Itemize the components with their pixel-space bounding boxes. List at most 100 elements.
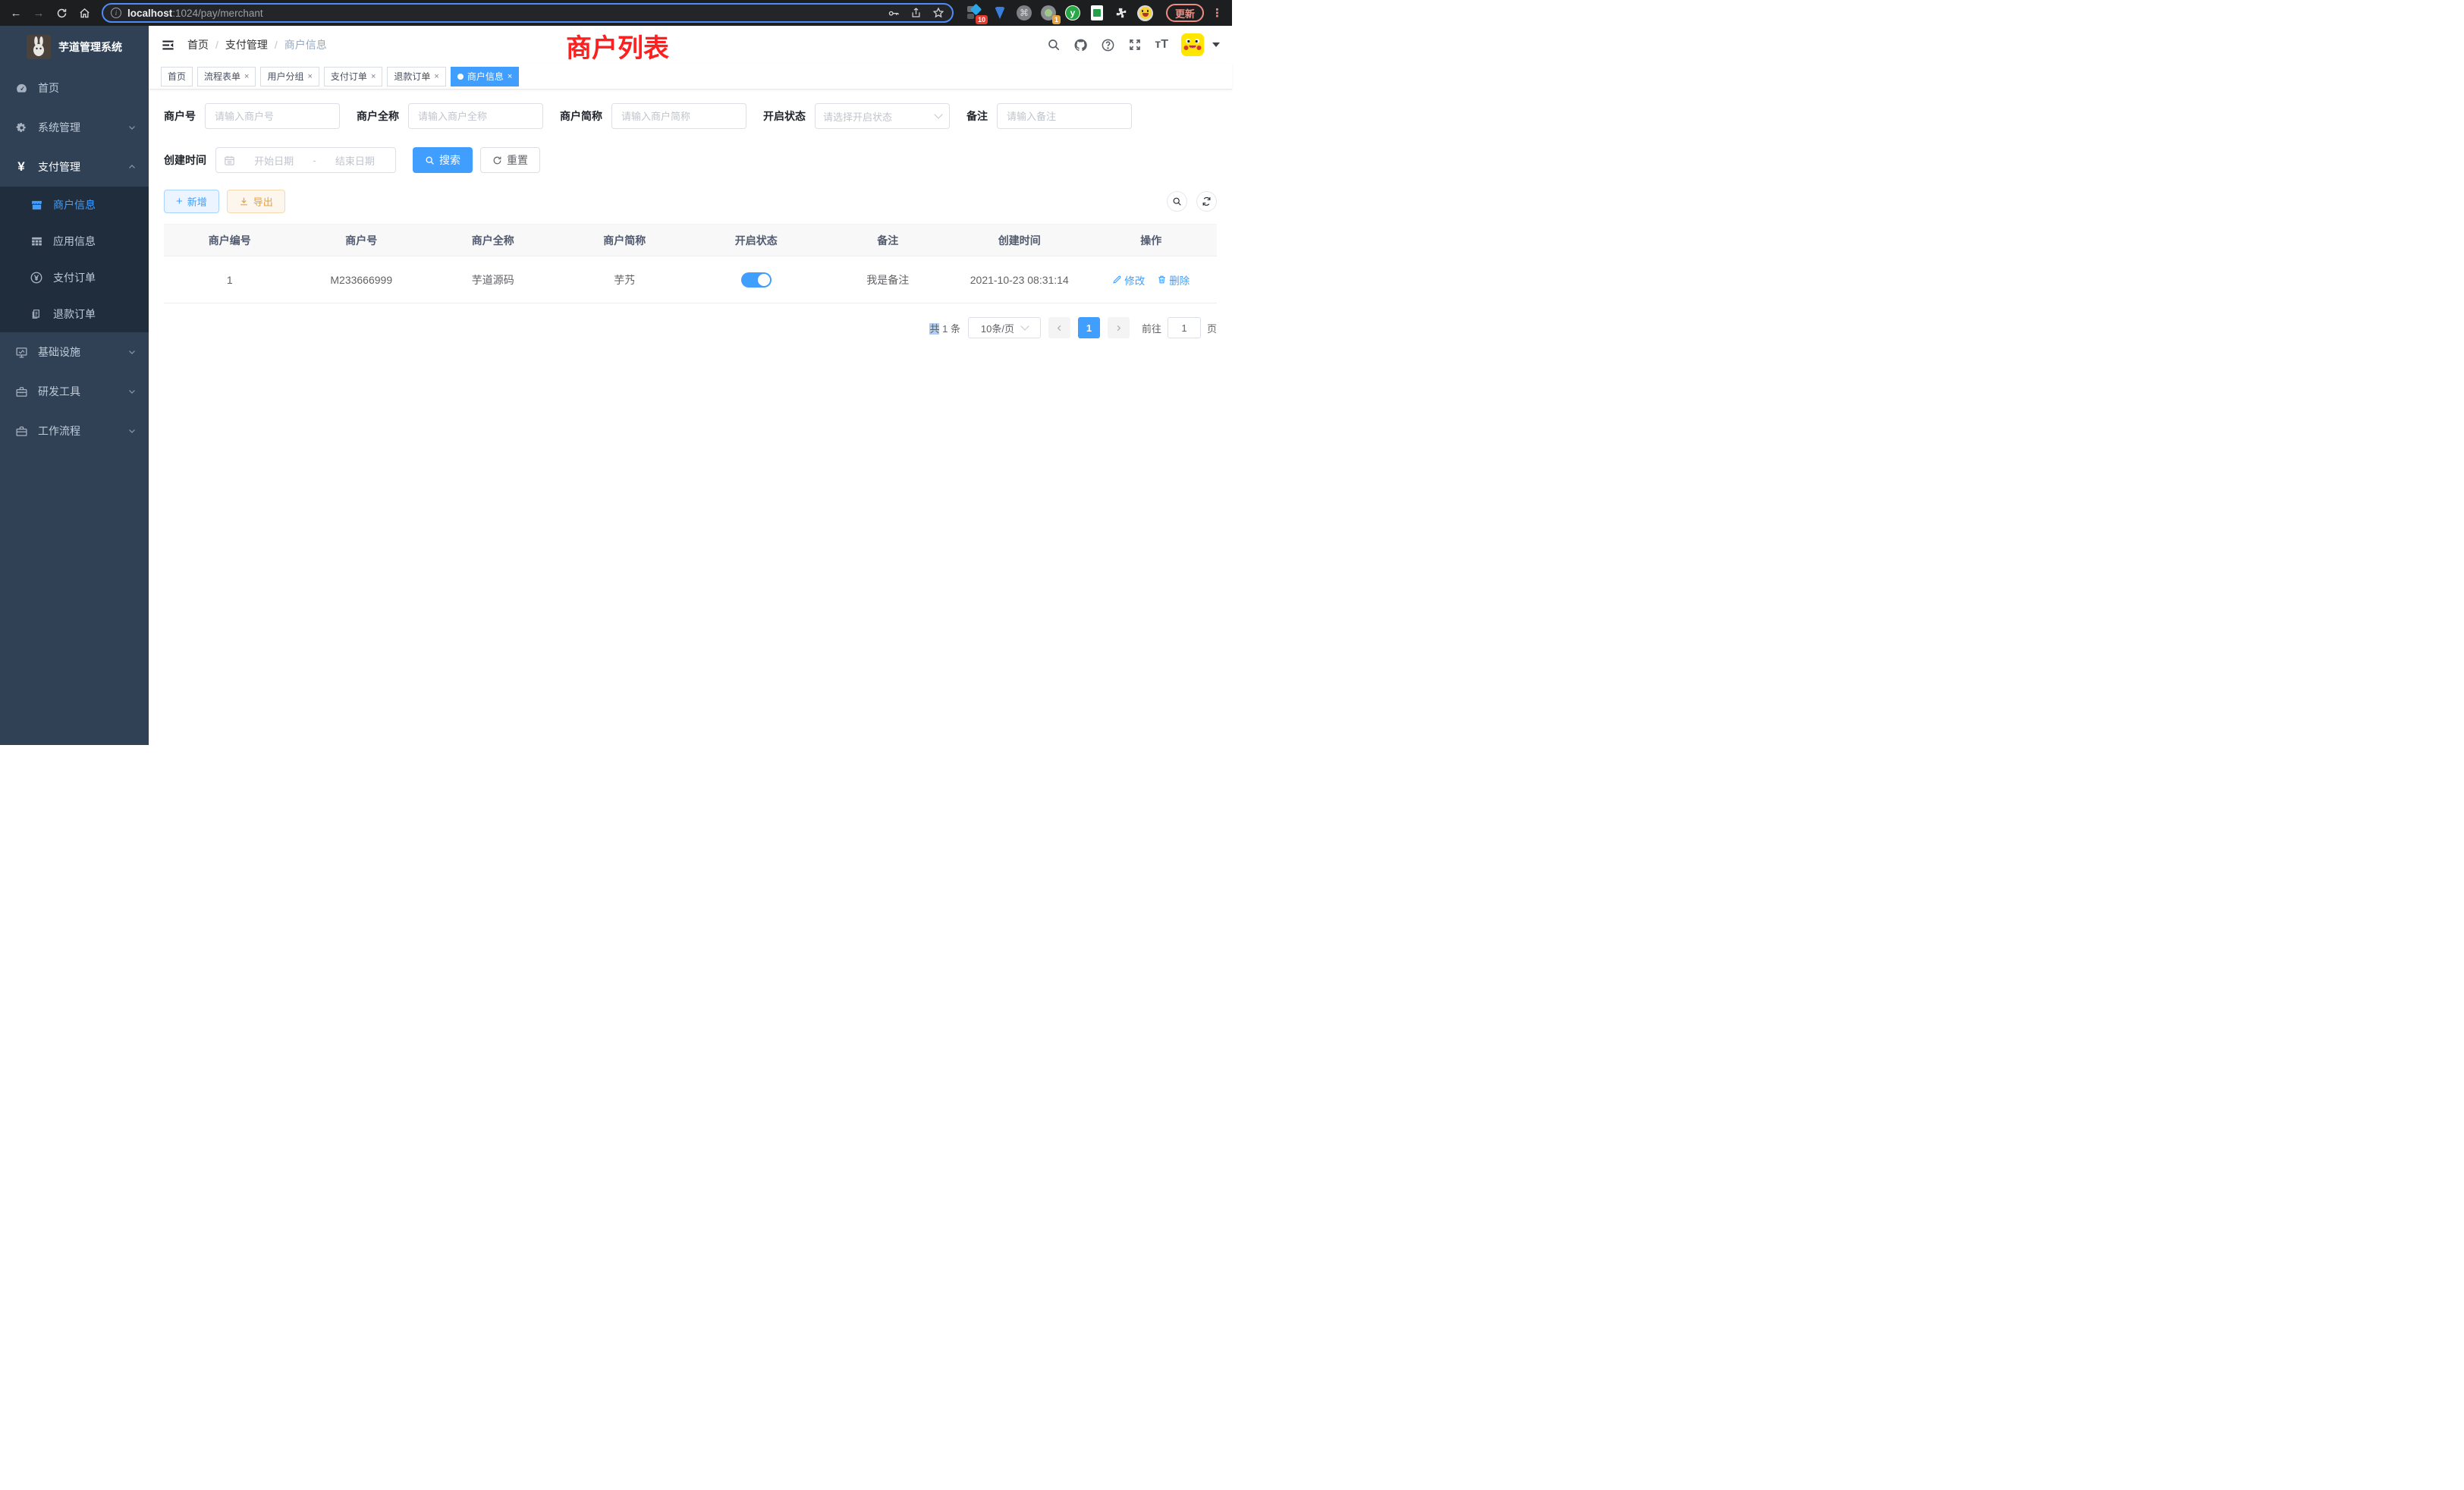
merchant-no-label: 商户号 bbox=[164, 108, 196, 124]
share-icon[interactable] bbox=[910, 7, 922, 19]
toggle-search-icon[interactable] bbox=[1167, 191, 1187, 212]
remark-input[interactable] bbox=[997, 103, 1132, 129]
sidebar-item-workflow[interactable]: 工作流程 bbox=[0, 411, 149, 451]
app-logo[interactable]: 芋道管理系统 bbox=[0, 26, 149, 68]
extensions-puzzle-icon[interactable] bbox=[1113, 5, 1130, 21]
prev-page-button[interactable] bbox=[1048, 317, 1070, 338]
font-size-icon[interactable]: ᴛT bbox=[1155, 38, 1168, 52]
toolbox-icon bbox=[14, 385, 29, 398]
edit-link[interactable]: 修改 bbox=[1112, 272, 1145, 288]
chevron-down-icon bbox=[127, 387, 137, 396]
browser-home-icon[interactable] bbox=[74, 3, 94, 23]
trash-icon bbox=[1157, 275, 1167, 284]
sidebar-item-infra[interactable]: 基础设施 bbox=[0, 332, 149, 372]
browser-forward-icon[interactable]: → bbox=[29, 3, 49, 23]
tab-process-form[interactable]: 流程表单× bbox=[197, 67, 256, 86]
extension-command-icon[interactable]: ⌘ bbox=[1016, 5, 1032, 21]
page-1-button[interactable]: 1 bbox=[1078, 317, 1100, 338]
breadcrumb-home[interactable]: 首页 bbox=[187, 37, 209, 52]
app-title: 芋道管理系统 bbox=[58, 39, 122, 55]
pay-submenu: 商户信息 应用信息 支付订单 bbox=[0, 187, 149, 332]
refresh-table-icon[interactable] bbox=[1196, 191, 1217, 212]
extension-docs-icon[interactable] bbox=[1089, 5, 1105, 21]
close-icon[interactable]: × bbox=[307, 72, 312, 81]
bookmark-star-icon[interactable] bbox=[932, 7, 944, 19]
end-date-placeholder: 结束日期 bbox=[322, 153, 388, 168]
goto-page-input[interactable] bbox=[1168, 317, 1201, 338]
chevron-left-icon bbox=[1055, 324, 1064, 332]
address-bar[interactable]: i localhost:1024/pay/merchant bbox=[102, 3, 954, 23]
page-content: 商户号 商户全称 商户简称 开启状态 请选择开启状态 bbox=[149, 90, 1232, 745]
breadcrumb-current: 商户信息 bbox=[284, 37, 327, 52]
table-row: 1 M233666999 芋道源码 芋艿 我是备注 2021-10-23 08:… bbox=[164, 256, 1217, 303]
sidebar-item-merchant-info[interactable]: 商户信息 bbox=[0, 187, 149, 223]
sidebar-item-system[interactable]: 系统管理 bbox=[0, 108, 149, 147]
avatar-caret-icon[interactable] bbox=[1212, 42, 1220, 47]
github-icon[interactable] bbox=[1073, 38, 1088, 52]
site-info-icon[interactable]: i bbox=[111, 8, 121, 18]
extension-y-icon[interactable]: y bbox=[1064, 5, 1081, 21]
status-select[interactable]: 请选择开启状态 bbox=[815, 103, 950, 129]
grid-icon bbox=[29, 235, 44, 248]
download-icon bbox=[239, 196, 249, 206]
url-text: localhost:1024/pay/merchant bbox=[127, 8, 882, 19]
chrome-update-button[interactable]: 更新 bbox=[1166, 4, 1204, 22]
breadcrumb-pay[interactable]: 支付管理 bbox=[225, 37, 268, 52]
next-page-button[interactable] bbox=[1108, 317, 1130, 338]
tab-home[interactable]: 首页 bbox=[161, 67, 193, 86]
create-time-range-picker[interactable]: 开始日期 - 结束日期 bbox=[215, 147, 396, 173]
tab-user-group[interactable]: 用户分组× bbox=[260, 67, 319, 86]
page-size-select[interactable]: 10条/页 bbox=[968, 317, 1041, 338]
browser-back-icon[interactable]: ← bbox=[6, 3, 26, 23]
tags-view: 首页 流程表单× 用户分组× 支付订单× 退款订单× 商户信息× bbox=[149, 64, 1232, 90]
reset-button[interactable]: 重置 bbox=[480, 147, 540, 173]
total-count: 共 1 条 bbox=[929, 321, 960, 335]
close-icon[interactable]: × bbox=[508, 72, 512, 81]
fullscreen-icon[interactable] bbox=[1128, 38, 1142, 52]
plus-icon: + bbox=[176, 196, 183, 207]
sidebar-item-pay[interactable]: ¥ 支付管理 bbox=[0, 147, 149, 187]
tab-merchant-info[interactable]: 商户信息× bbox=[451, 67, 519, 86]
sidebar-item-refund-order[interactable]: 退款订单 bbox=[0, 296, 149, 332]
sidebar-fold-icon[interactable] bbox=[161, 38, 175, 52]
search-icon[interactable] bbox=[1047, 38, 1061, 52]
yen-circle-icon bbox=[29, 271, 44, 284]
extension-kite-icon[interactable] bbox=[992, 5, 1008, 21]
browser-menu-icon[interactable]: ⋮ bbox=[1212, 6, 1223, 20]
tab-refund-order[interactable]: 退款订单× bbox=[387, 67, 445, 86]
col-short-name: 商户简称 bbox=[559, 225, 691, 256]
search-button[interactable]: 搜索 bbox=[413, 147, 473, 173]
chevron-right-icon bbox=[1114, 324, 1123, 332]
cell-short-name: 芋艿 bbox=[559, 256, 691, 303]
chevron-up-icon bbox=[127, 162, 137, 171]
export-button[interactable]: 导出 bbox=[227, 190, 285, 213]
user-avatar[interactable] bbox=[1181, 33, 1204, 56]
delete-link[interactable]: 删除 bbox=[1157, 272, 1190, 288]
status-toggle[interactable] bbox=[741, 272, 772, 288]
sidebar-item-app-info[interactable]: 应用信息 bbox=[0, 223, 149, 259]
tab-pay-order[interactable]: 支付订单× bbox=[324, 67, 382, 86]
sidebar-item-devtools[interactable]: 研发工具 bbox=[0, 372, 149, 411]
close-icon[interactable]: × bbox=[244, 72, 249, 81]
sidebar-item-pay-order[interactable]: 支付订单 bbox=[0, 259, 149, 296]
extension-pinned-icon[interactable]: 10 bbox=[967, 5, 984, 21]
chevron-down-icon bbox=[934, 110, 942, 118]
help-icon[interactable] bbox=[1101, 38, 1115, 52]
close-icon[interactable]: × bbox=[371, 72, 376, 81]
create-time-label: 创建时间 bbox=[164, 152, 206, 168]
refresh-icon bbox=[492, 156, 502, 165]
extension-emoji-icon[interactable] bbox=[1137, 5, 1154, 21]
search-icon bbox=[425, 156, 435, 165]
merchant-no-input[interactable] bbox=[205, 103, 340, 129]
password-key-icon[interactable] bbox=[888, 7, 900, 19]
page-suffix: 页 bbox=[1207, 321, 1217, 335]
short-name-input[interactable] bbox=[611, 103, 746, 129]
extension-recorder-icon[interactable]: 1 bbox=[1040, 5, 1057, 21]
browser-reload-icon[interactable] bbox=[52, 3, 71, 23]
full-name-input[interactable] bbox=[408, 103, 543, 129]
add-button[interactable]: + 新增 bbox=[164, 190, 219, 213]
sidebar-item-home[interactable]: 首页 bbox=[0, 68, 149, 108]
close-icon[interactable]: × bbox=[434, 72, 438, 81]
cell-create-time: 2021-10-23 08:31:14 bbox=[954, 256, 1086, 303]
extensions-area: 10 ⌘ 1 y bbox=[967, 5, 1154, 21]
